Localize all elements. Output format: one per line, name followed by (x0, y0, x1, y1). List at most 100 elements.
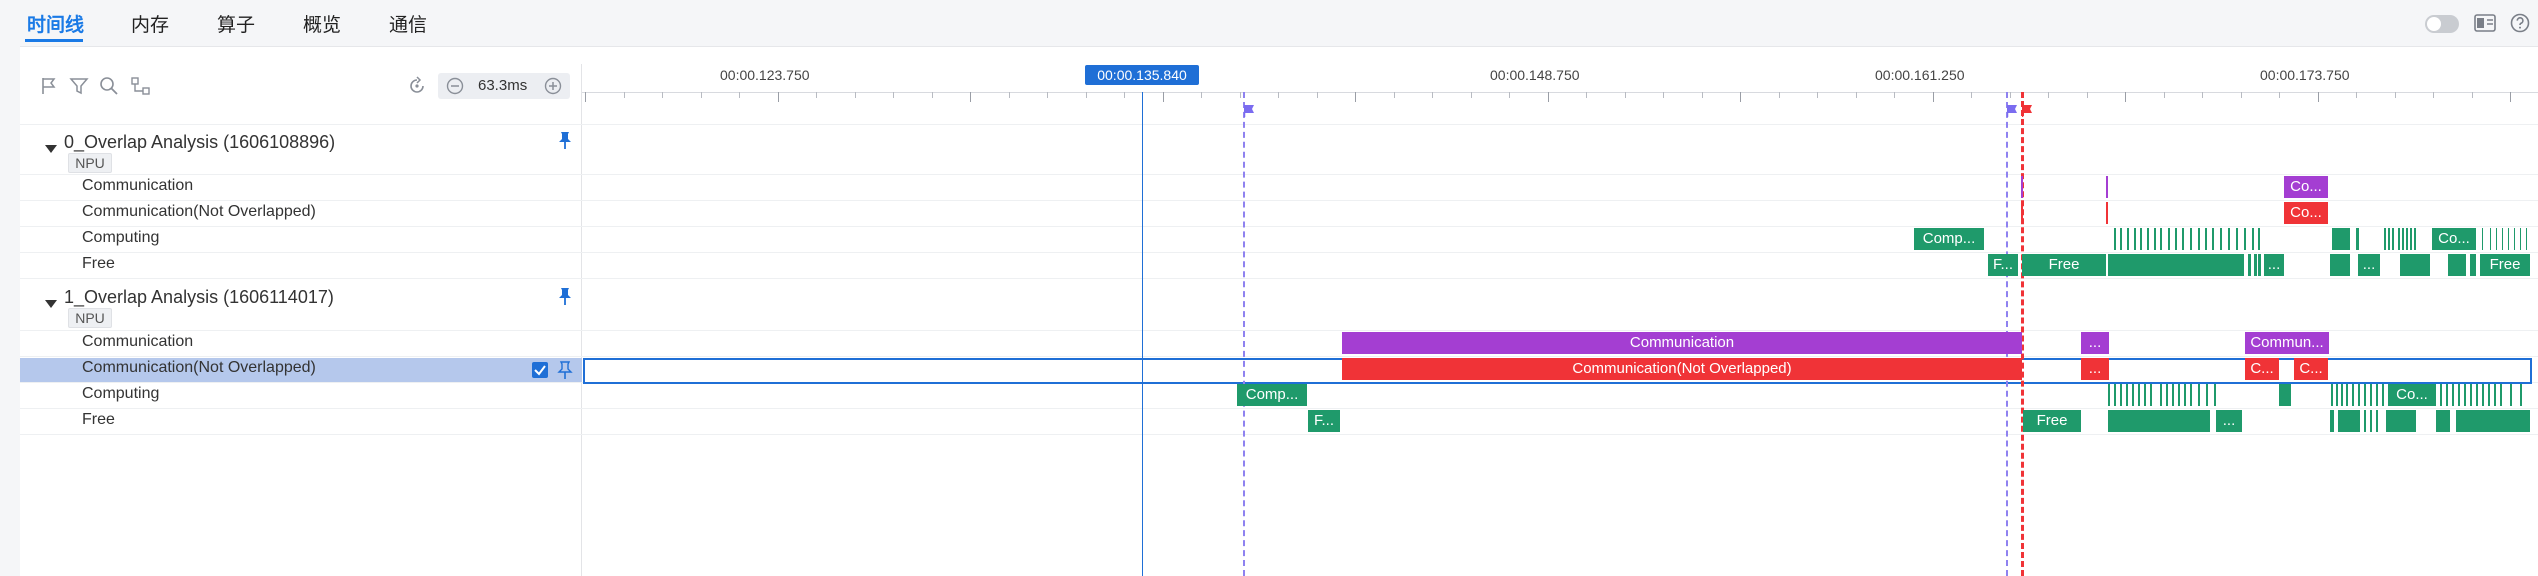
slice-computing[interactable] (2514, 228, 2515, 250)
slice-computing[interactable] (2440, 384, 2442, 406)
slice-computing[interactable] (2388, 228, 2390, 250)
slice-computing[interactable] (2410, 228, 2412, 250)
slice-free[interactable]: ... (2264, 254, 2284, 276)
slice-computing[interactable]: Co... (2388, 384, 2436, 406)
tab-memory[interactable]: 内存 (131, 10, 169, 37)
slice-free[interactable] (2456, 410, 2530, 432)
slice-computing[interactable] (2279, 384, 2291, 406)
slice-computing[interactable] (2476, 384, 2478, 406)
row-label-free[interactable]: Free (82, 255, 115, 273)
slice-computing[interactable] (2258, 228, 2260, 250)
tab-communication[interactable]: 通信 (389, 10, 427, 37)
slice-free[interactable] (2338, 410, 2360, 432)
slice-computing[interactable] (2160, 228, 2162, 250)
slice-communication[interactable] (2021, 176, 2023, 198)
slice-free[interactable] (2364, 410, 2366, 432)
slice-computing[interactable] (2190, 228, 2192, 250)
tab-operator[interactable]: 算子 (217, 10, 255, 37)
slice-computing[interactable] (2494, 384, 2496, 406)
slice-free[interactable] (2330, 254, 2350, 276)
slice-computing[interactable] (2175, 228, 2177, 250)
search-icon[interactable] (98, 75, 120, 97)
slice-free[interactable] (2108, 410, 2210, 432)
tab-summary[interactable]: 概览 (303, 10, 341, 37)
help-icon[interactable] (2510, 13, 2530, 33)
slice-computing[interactable]: Comp... (1914, 228, 1984, 250)
slice-computing[interactable] (2244, 228, 2246, 250)
slice-free[interactable] (2254, 254, 2257, 276)
slice-computing[interactable] (2398, 228, 2400, 250)
row-label-communication[interactable]: Communication (82, 177, 193, 195)
slice-computing[interactable] (2120, 228, 2122, 250)
pin-icon[interactable] (555, 130, 575, 150)
slice-computing[interactable]: Co... (2432, 228, 2476, 250)
slice-computing[interactable] (2220, 228, 2222, 250)
slice-computing[interactable] (2228, 228, 2230, 250)
slice-computing[interactable] (2190, 384, 2192, 406)
slice-computing[interactable] (2500, 384, 2502, 406)
slice-free[interactable]: F... (1308, 410, 1340, 432)
pin-icon[interactable] (555, 286, 575, 306)
slice-free[interactable] (2470, 254, 2476, 276)
slice-computing[interactable] (2166, 384, 2168, 406)
slice-computing[interactable] (2496, 228, 2497, 250)
slice-computing[interactable] (2526, 228, 2527, 250)
slice-free[interactable] (2400, 254, 2430, 276)
filter-icon[interactable] (68, 75, 90, 97)
collapse-caret-icon[interactable] (45, 145, 57, 153)
slice-not-overlapped[interactable] (2106, 202, 2108, 224)
flag-marker-icon[interactable] (1244, 105, 1254, 117)
zoom-in-icon[interactable] (544, 77, 562, 95)
slice-computing[interactable] (2520, 384, 2522, 406)
slice-computing[interactable] (2376, 384, 2378, 406)
slice-free[interactable]: ... (2358, 254, 2380, 276)
pin-outline-icon[interactable] (555, 360, 575, 380)
slice-free[interactable] (2108, 254, 2244, 276)
slice-computing[interactable] (2446, 384, 2448, 406)
row-label-free[interactable]: Free (82, 411, 115, 429)
slice-not-overlapped[interactable]: Co... (2284, 202, 2328, 224)
slice-computing[interactable] (2108, 384, 2110, 406)
slice-computing[interactable] (2138, 384, 2140, 406)
slice-free[interactable] (2376, 410, 2378, 432)
slice-computing[interactable] (2341, 384, 2343, 406)
slice-free[interactable] (2258, 254, 2261, 276)
slice-computing[interactable] (2470, 384, 2472, 406)
slice-computing[interactable] (2392, 228, 2394, 250)
slice-computing[interactable] (2358, 384, 2360, 406)
slice-computing[interactable] (2458, 384, 2460, 406)
row-label-not-overlapped[interactable]: Communication(Not Overlapped) (82, 359, 316, 377)
slice-computing[interactable] (2502, 228, 2503, 250)
slice-computing[interactable] (2160, 384, 2162, 406)
row-checkbox[interactable] (532, 362, 548, 378)
slice-not-overlapped[interactable]: C... (2245, 358, 2279, 380)
slice-computing[interactable] (2184, 384, 2186, 406)
reset-icon[interactable] (406, 75, 428, 97)
flag-marker-icon[interactable] (2007, 105, 2017, 117)
slice-computing[interactable] (2452, 384, 2454, 406)
settings-icon[interactable] (2474, 13, 2496, 33)
slice-communication[interactable]: Co... (2284, 176, 2328, 198)
slice-free[interactable]: ... (2216, 410, 2242, 432)
slice-computing[interactable] (2490, 228, 2491, 250)
row-label-communication[interactable]: Communication (82, 333, 193, 351)
row-label-computing[interactable]: Computing (82, 385, 159, 403)
slice-computing[interactable] (2140, 228, 2142, 250)
slice-computing[interactable] (2510, 384, 2512, 406)
slice-computing[interactable] (2147, 228, 2149, 250)
slice-computing[interactable] (2134, 228, 2136, 250)
slice-computing[interactable] (2120, 384, 2122, 406)
marker-line[interactable] (1243, 92, 1245, 576)
slice-computing[interactable] (2205, 228, 2207, 250)
tab-timeline[interactable]: 时间线 (27, 10, 84, 37)
slice-computing[interactable] (2172, 384, 2174, 406)
slice-computing[interactable] (2402, 228, 2404, 250)
slice-computing[interactable] (2346, 384, 2348, 406)
slice-computing[interactable] (2114, 228, 2116, 250)
slice-computing[interactable] (2144, 384, 2146, 406)
slice-computing[interactable] (2212, 228, 2214, 250)
slice-computing[interactable] (2236, 228, 2238, 250)
slice-computing[interactable] (2154, 228, 2156, 250)
slice-computing[interactable] (2198, 384, 2200, 406)
slice-computing[interactable] (2384, 228, 2386, 250)
